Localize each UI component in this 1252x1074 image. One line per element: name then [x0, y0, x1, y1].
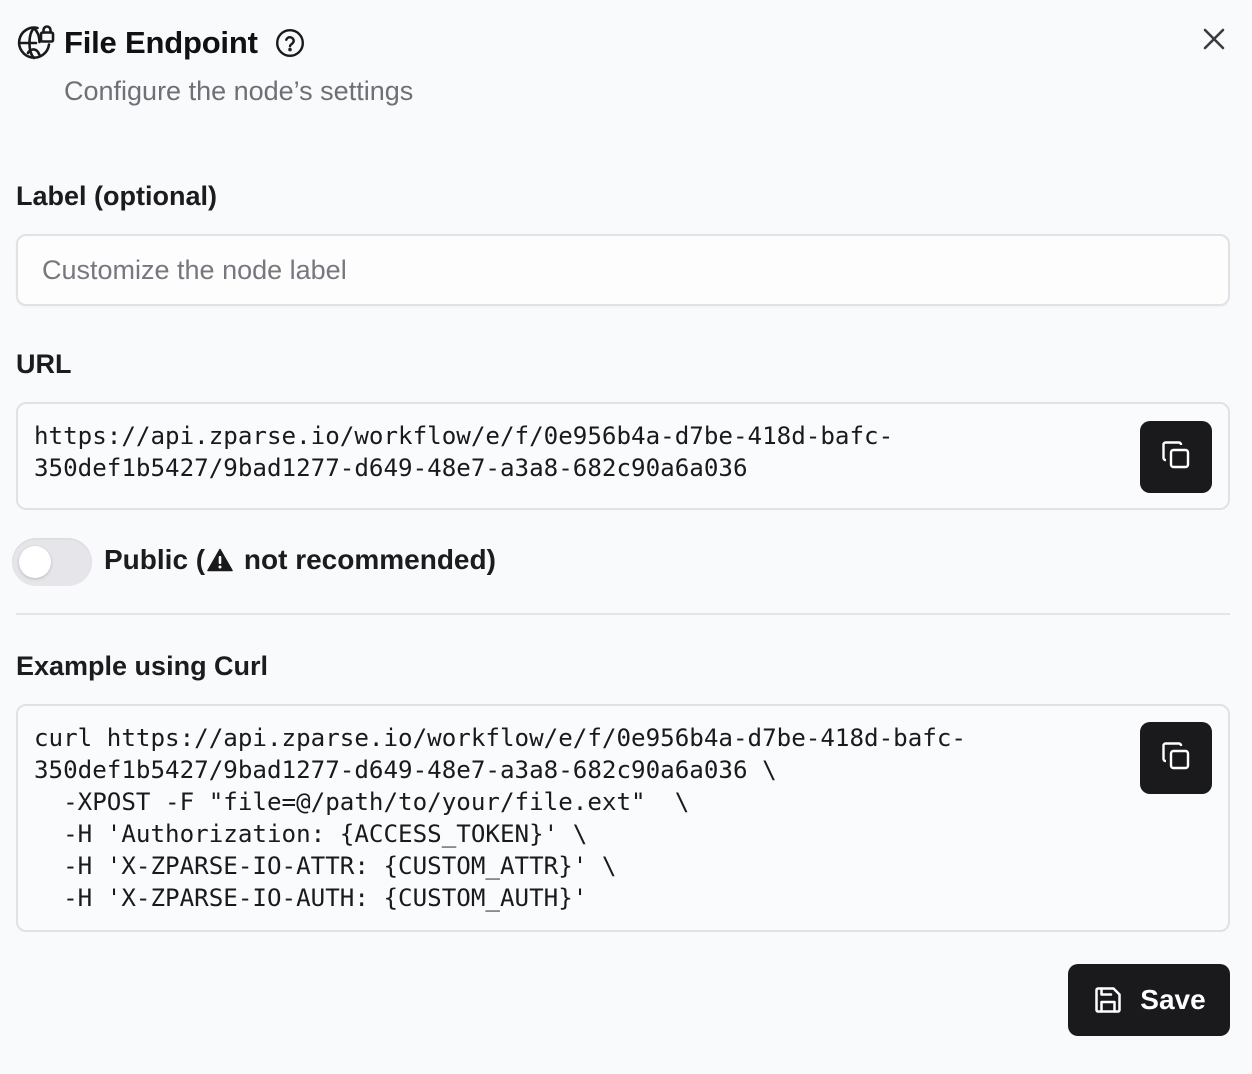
- copy-curl-button[interactable]: [1140, 722, 1212, 794]
- public-toggle-label: Public ( not recommended): [104, 544, 496, 576]
- copy-icon: [1160, 439, 1192, 476]
- globe-lock-icon: [16, 23, 56, 63]
- dialog-title: File Endpoint: [64, 25, 258, 60]
- section-divider: [16, 613, 1230, 615]
- help-circle-icon[interactable]: [274, 27, 306, 59]
- url-field-label: URL: [16, 349, 72, 379]
- node-label-input[interactable]: [16, 234, 1230, 306]
- public-label-prefix: Public (: [104, 544, 206, 575]
- curl-example-label: Example using Curl: [16, 651, 269, 681]
- public-label-suffix: not recommended): [236, 544, 496, 575]
- save-icon: [1092, 984, 1124, 1016]
- toggle-knob: [19, 546, 51, 578]
- copy-url-button[interactable]: [1140, 421, 1212, 493]
- label-field-label: Label (optional): [16, 181, 217, 211]
- dialog-subtitle: Configure the node’s settings: [64, 76, 414, 106]
- curl-code: curl https://api.zparse.io/workflow/e/f/…: [34, 724, 966, 912]
- save-button[interactable]: Save: [1068, 964, 1230, 1036]
- url-box: https://api.zparse.io/workflow/e/f/0e956…: [16, 402, 1230, 510]
- dialog-header: File Endpoint: [16, 20, 306, 66]
- copy-icon: [1160, 740, 1192, 777]
- close-icon[interactable]: [1198, 23, 1230, 55]
- url-value: https://api.zparse.io/workflow/e/f/0e956…: [34, 422, 894, 482]
- warning-triangle-icon: [206, 546, 234, 574]
- public-toggle[interactable]: [12, 538, 92, 586]
- curl-code-box: curl https://api.zparse.io/workflow/e/f/…: [16, 704, 1230, 932]
- save-button-label: Save: [1140, 984, 1206, 1015]
